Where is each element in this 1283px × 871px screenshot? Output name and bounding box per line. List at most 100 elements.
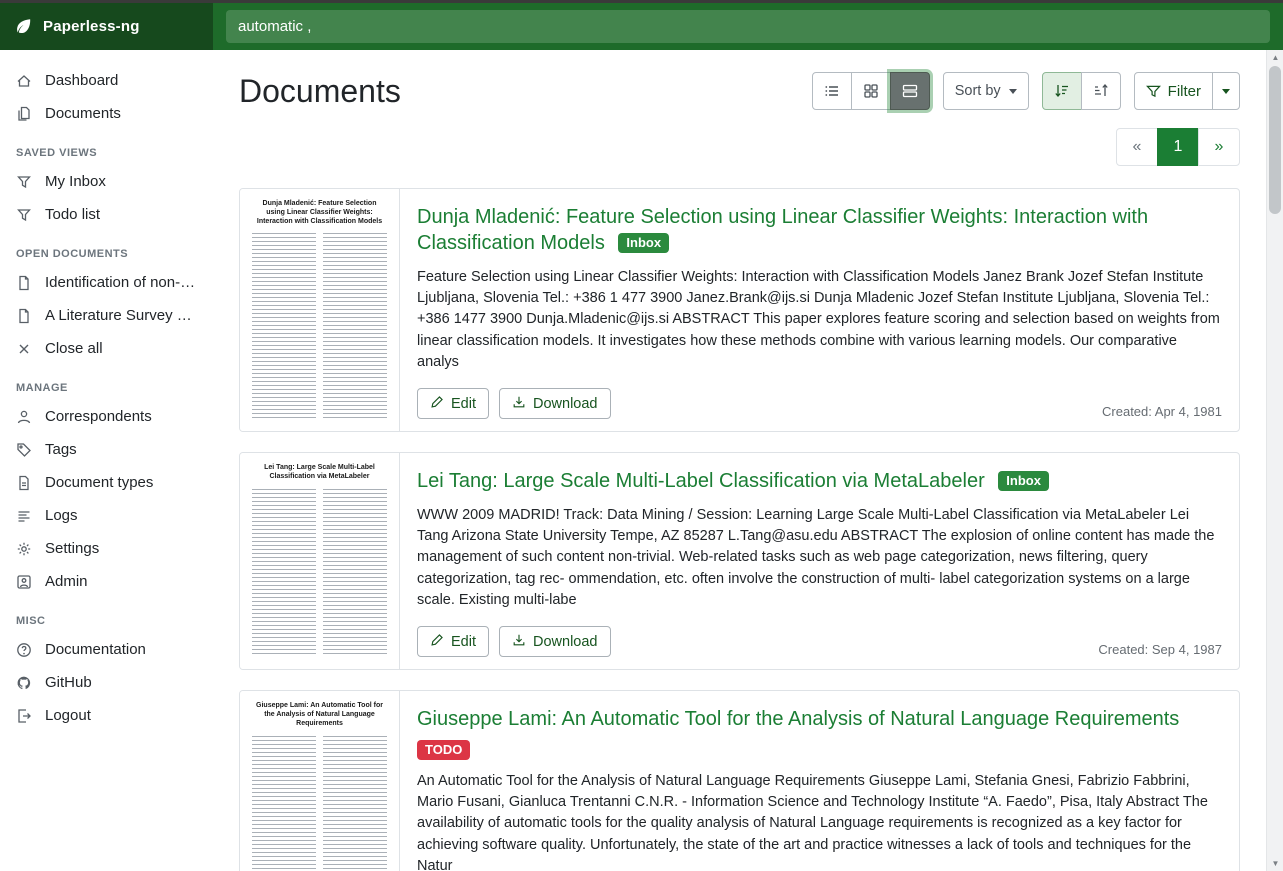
tag-icon xyxy=(16,442,32,458)
document-title-link[interactable]: Lei Tang: Large Scale Multi-Label Classi… xyxy=(417,470,985,492)
document-card: Giuseppe Lami: An Automatic Tool for the… xyxy=(239,690,1240,871)
toolbar: Sort by Filter xyxy=(812,72,1240,110)
file-icon xyxy=(16,275,32,291)
funnel-icon xyxy=(16,174,32,190)
details-view-button[interactable] xyxy=(890,72,930,110)
sort-down-icon xyxy=(1054,83,1070,99)
chevron-down-icon xyxy=(1009,89,1017,94)
filter-dropdown-toggle[interactable] xyxy=(1212,72,1240,110)
document-title: Giuseppe Lami: An Automatic Tool for the… xyxy=(417,706,1222,732)
logout-icon xyxy=(16,708,32,724)
grid-view-icon xyxy=(863,83,879,99)
download-icon xyxy=(512,395,526,413)
sidebar-item-admin[interactable]: Admin xyxy=(0,565,213,598)
sidebar-item-dashboard[interactable]: Dashboard xyxy=(0,64,213,97)
section-manage: MANAGE xyxy=(0,365,213,400)
pagination-page-1-button[interactable]: 1 xyxy=(1157,128,1199,166)
section-saved-views: SAVED VIEWS xyxy=(0,130,213,165)
sidebar-item-tags[interactable]: Tags xyxy=(0,433,213,466)
gear-icon xyxy=(16,541,32,557)
search-bar xyxy=(213,3,1283,50)
filter-split-button: Filter xyxy=(1134,72,1240,110)
sidebar-item-my-inbox[interactable]: My Inbox xyxy=(0,165,213,198)
sidebar-item-github[interactable]: GitHub xyxy=(0,666,213,699)
download-button[interactable]: Download xyxy=(499,388,611,419)
document-title: Lei Tang: Large Scale Multi-Label Classi… xyxy=(417,468,1222,494)
document-title-link[interactable]: Giuseppe Lami: An Automatic Tool for the… xyxy=(417,708,1179,730)
question-circle-icon xyxy=(16,642,32,658)
scrollbar-thumb[interactable] xyxy=(1269,66,1281,214)
chevron-down-icon xyxy=(1222,89,1230,94)
sidebar-item-todo-list[interactable]: Todo list xyxy=(0,198,213,231)
sort-up-icon xyxy=(1093,83,1109,99)
grid-view-button[interactable] xyxy=(851,72,891,110)
pagination-prev-button[interactable]: « xyxy=(1116,128,1158,166)
sidebar-item-logs[interactable]: Logs xyxy=(0,499,213,532)
file-icon xyxy=(16,308,32,324)
list-icon xyxy=(16,508,32,524)
sidebar-item-documents[interactable]: Documents xyxy=(0,97,213,130)
github-icon xyxy=(16,675,32,691)
document-thumbnail[interactable]: Lei Tang: Large Scale Multi-Label Classi… xyxy=(240,453,400,669)
download-button[interactable]: Download xyxy=(499,626,611,657)
sidebar-item-settings[interactable]: Settings xyxy=(0,532,213,565)
edit-button[interactable]: Edit xyxy=(417,626,489,657)
person-badge-icon xyxy=(16,574,32,590)
document-snippet: An Automatic Tool for the Analysis of Na… xyxy=(417,771,1222,871)
document-snippet: WWW 2009 MADRID! Track: Data Mining / Se… xyxy=(417,505,1222,612)
document-title-link[interactable]: Dunja Mladenić: Feature Selection using … xyxy=(417,206,1148,254)
document-card: Dunja Mladenić: Feature Selection using … xyxy=(239,188,1240,432)
scroll-down-arrow[interactable]: ▼ xyxy=(1267,856,1283,871)
list-view-button[interactable] xyxy=(812,72,852,110)
app-title: Paperless-ng xyxy=(43,18,140,35)
created-date: Created: Sep 4, 1987 xyxy=(1098,642,1222,657)
sidebar-item-logout[interactable]: Logout xyxy=(0,699,213,732)
funnel-icon xyxy=(1146,84,1161,99)
document-snippet: Feature Selection using Linear Classifie… xyxy=(417,267,1222,374)
tag-badge[interactable]: Inbox xyxy=(618,233,669,253)
scroll-up-arrow[interactable]: ▲ xyxy=(1267,50,1283,65)
document-title: Dunja Mladenić: Feature Selection using … xyxy=(417,204,1222,257)
sidebar-item-open-doc-2[interactable]: A Literature Survey on ... xyxy=(0,299,213,332)
view-toggle-group xyxy=(812,72,930,110)
sidebar-item-document-types[interactable]: Document types xyxy=(0,466,213,499)
document-thumbnail[interactable]: Dunja Mladenić: Feature Selection using … xyxy=(240,189,400,431)
file-text-icon xyxy=(16,475,32,491)
section-misc: MISC xyxy=(0,598,213,633)
sort-ascending-button[interactable] xyxy=(1081,72,1121,110)
download-icon xyxy=(512,633,526,651)
pagination: « 1 » xyxy=(239,128,1240,166)
tag-badge[interactable]: Inbox xyxy=(998,471,1049,491)
filter-button[interactable]: Filter xyxy=(1134,72,1213,110)
home-icon xyxy=(16,73,32,89)
close-icon xyxy=(16,341,32,357)
person-icon xyxy=(16,409,32,425)
page-header: Documents Sort by xyxy=(239,72,1240,110)
pencil-icon xyxy=(430,633,444,651)
sidebar-item-open-doc-1[interactable]: Identification of non-fu... xyxy=(0,266,213,299)
section-open-documents: OPEN DOCUMENTS xyxy=(0,231,213,266)
document-thumbnail[interactable]: Giuseppe Lami: An Automatic Tool for the… xyxy=(240,691,400,871)
tag-badge[interactable]: TODO xyxy=(417,740,470,760)
search-input[interactable] xyxy=(226,10,1270,43)
page-title: Documents xyxy=(239,73,401,110)
funnel-icon xyxy=(16,207,32,223)
sidebar-item-close-all[interactable]: Close all xyxy=(0,332,213,365)
list-view-icon xyxy=(824,83,840,99)
edit-button[interactable]: Edit xyxy=(417,388,489,419)
sort-descending-button[interactable] xyxy=(1042,72,1082,110)
sort-by-dropdown[interactable]: Sort by xyxy=(943,72,1029,110)
details-view-icon xyxy=(902,83,918,99)
sort-direction-group xyxy=(1042,72,1121,110)
app-brand[interactable]: Paperless-ng xyxy=(0,3,213,50)
created-date: Created: Apr 4, 1981 xyxy=(1102,404,1222,419)
scrollbar[interactable]: ▲ ▼ xyxy=(1266,50,1283,871)
main-content: Documents Sort by xyxy=(213,50,1266,871)
sidebar-item-documentation[interactable]: Documentation xyxy=(0,633,213,666)
pencil-icon xyxy=(430,395,444,413)
paperless-leaf-icon xyxy=(14,17,33,36)
sidebar-item-correspondents[interactable]: Correspondents xyxy=(0,400,213,433)
pagination-next-button[interactable]: » xyxy=(1198,128,1240,166)
documents-icon xyxy=(16,106,32,122)
document-card: Lei Tang: Large Scale Multi-Label Classi… xyxy=(239,452,1240,670)
